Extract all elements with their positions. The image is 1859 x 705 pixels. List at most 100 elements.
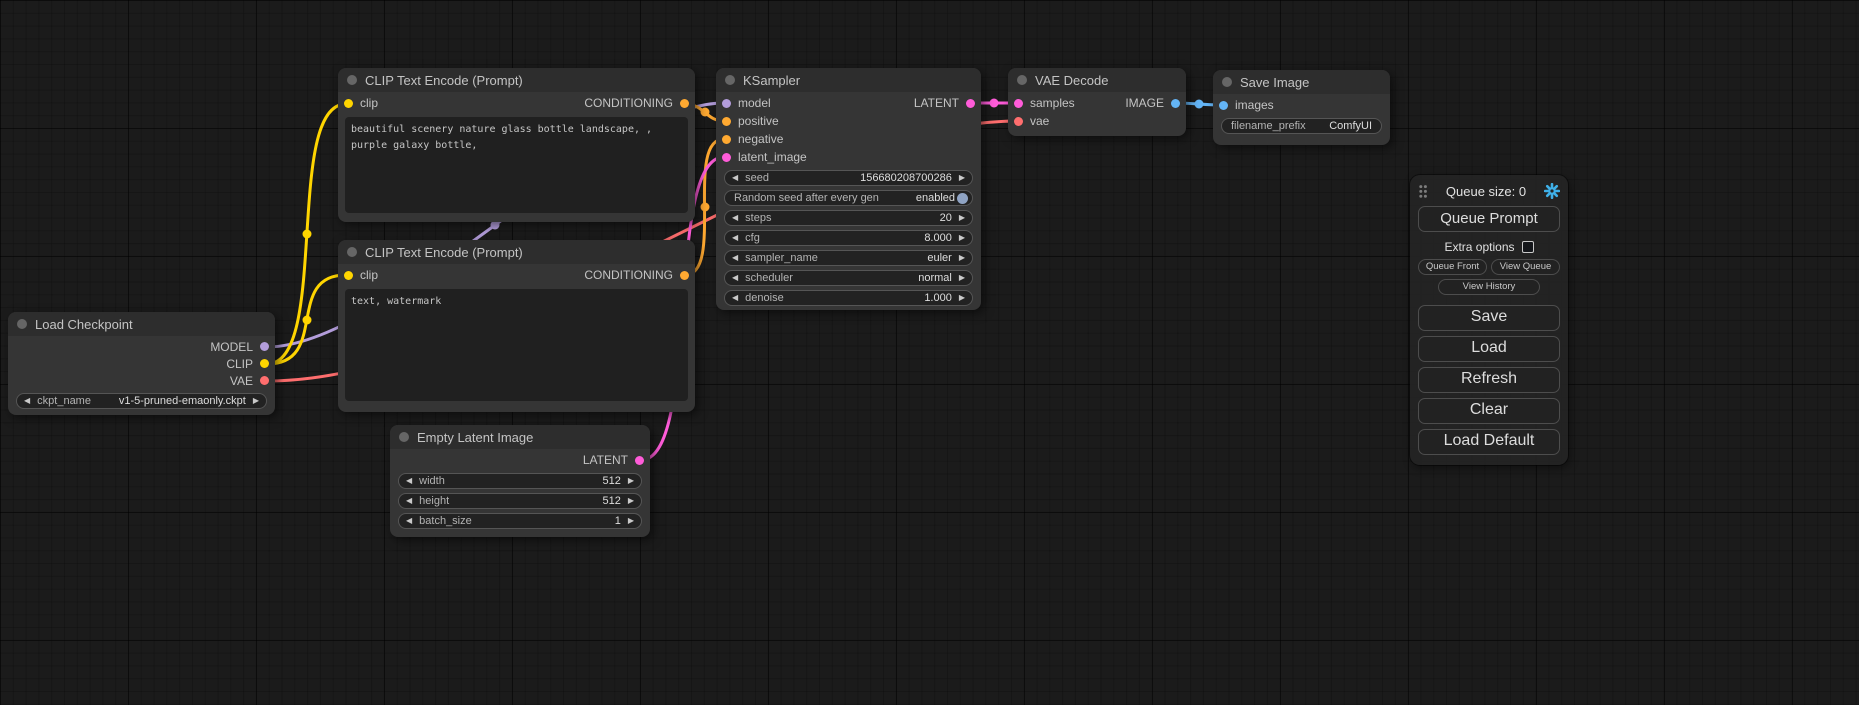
queue-front-button[interactable]: Queue Front [1418,259,1487,275]
decrement-arrow-icon[interactable]: ◀ [732,254,738,262]
decrement-arrow-icon[interactable]: ◀ [406,477,412,485]
widget-random-seed-toggle[interactable]: Random seed after every gen enabled [724,190,973,206]
input-slot-samples[interactable] [1014,99,1023,108]
widget-label: Random seed after every gen [734,192,879,204]
widget-value: normal [918,272,952,284]
output-label-latent: LATENT [583,453,628,467]
input-slot-clip[interactable] [344,99,353,108]
refresh-button[interactable]: Refresh [1418,367,1560,393]
node-title: CLIP Text Encode (Prompt) [365,73,523,88]
view-history-button[interactable]: View History [1438,279,1540,295]
output-label-conditioning: CONDITIONING [584,96,673,110]
node-titlebar[interactable]: Save Image [1213,70,1390,94]
widget-value: ComfyUI [1329,120,1372,132]
link-midpoint [701,108,710,117]
node-graph-canvas[interactable]: Load Checkpoint MODEL CLIP VAE ◀ ckpt_na… [0,0,1859,705]
node-titlebar[interactable]: Load Checkpoint [8,312,275,336]
extra-options-checkbox[interactable] [1522,241,1534,253]
increment-arrow-icon[interactable]: ▶ [959,294,965,302]
widget-ckpt-name[interactable]: ◀ ckpt_name v1-5-pruned-emaonly.ckpt ▶ [16,393,267,409]
increment-arrow-icon[interactable]: ▶ [628,517,634,525]
view-queue-button[interactable]: View Queue [1491,259,1560,275]
widget-label: seed [745,172,769,184]
load-default-button[interactable]: Load Default [1418,429,1560,455]
prompt-textarea[interactable]: text, watermark [345,289,688,401]
load-button[interactable]: Load [1418,336,1560,362]
input-slot-vae[interactable] [1014,117,1023,126]
increment-arrow-icon[interactable]: ▶ [628,477,634,485]
widget-batch-size[interactable]: ◀ batch_size 1 ▶ [398,513,642,529]
widget-denoise[interactable]: ◀ denoise 1.000 ▶ [724,290,973,306]
increment-arrow-icon[interactable]: ▶ [959,254,965,262]
collapse-dot[interactable] [725,75,735,85]
drag-handle-icon[interactable] [1418,184,1428,199]
increment-arrow-icon[interactable]: ▶ [959,214,965,222]
widget-steps[interactable]: ◀ steps 20 ▶ [724,210,973,226]
widget-filename-prefix[interactable]: filename_prefix ComfyUI [1221,118,1382,134]
node-clip-text-encode-negative[interactable]: CLIP Text Encode (Prompt) clip CONDITION… [338,240,695,412]
decrement-arrow-icon[interactable]: ◀ [406,517,412,525]
prompt-textarea[interactable]: beautiful scenery nature glass bottle la… [345,117,688,213]
queue-prompt-button[interactable]: Queue Prompt [1418,206,1560,232]
input-slot-positive[interactable] [722,117,731,126]
output-slot-conditioning[interactable] [680,99,689,108]
decrement-arrow-icon[interactable]: ◀ [732,174,738,182]
input-slot-images[interactable] [1219,101,1228,110]
increment-arrow-icon[interactable]: ▶ [253,397,259,405]
clear-button[interactable]: Clear [1418,398,1560,424]
widget-sampler-name[interactable]: ◀ sampler_name euler ▶ [724,250,973,266]
node-titlebar[interactable]: Empty Latent Image [390,425,650,449]
output-slot-clip[interactable] [260,359,269,368]
increment-arrow-icon[interactable]: ▶ [628,497,634,505]
node-vae-decode[interactable]: VAE Decode samples IMAGE vae [1008,68,1186,136]
settings-gear-icon[interactable] [1544,183,1560,199]
collapse-dot[interactable] [1222,77,1232,87]
output-slot-image[interactable] [1171,99,1180,108]
decrement-arrow-icon[interactable]: ◀ [732,294,738,302]
input-slot-clip[interactable] [344,271,353,280]
increment-arrow-icon[interactable]: ▶ [959,174,965,182]
decrement-arrow-icon[interactable]: ◀ [732,274,738,282]
output-slot-conditioning[interactable] [680,271,689,280]
output-slot-vae[interactable] [260,376,269,385]
decrement-arrow-icon[interactable]: ◀ [732,234,738,242]
node-titlebar[interactable]: CLIP Text Encode (Prompt) [338,68,695,92]
slot-row: vae [1008,112,1186,130]
output-slot-latent[interactable] [966,99,975,108]
collapse-dot[interactable] [17,319,27,329]
increment-arrow-icon[interactable]: ▶ [959,234,965,242]
widget-seed[interactable]: ◀ seed 156680208700286 ▶ [724,170,973,186]
decrement-arrow-icon[interactable]: ◀ [732,214,738,222]
increment-arrow-icon[interactable]: ▶ [959,274,965,282]
widget-height[interactable]: ◀ height 512 ▶ [398,493,642,509]
collapse-dot[interactable] [399,432,409,442]
output-slot-model[interactable] [260,342,269,351]
node-titlebar[interactable]: VAE Decode [1008,68,1186,92]
widget-label: sampler_name [745,252,818,264]
link-midpoint [303,316,312,325]
save-button[interactable]: Save [1418,305,1560,331]
node-titlebar[interactable]: KSampler [716,68,981,92]
widget-label: height [419,495,449,507]
collapse-dot[interactable] [347,247,357,257]
widget-cfg[interactable]: ◀ cfg 8.000 ▶ [724,230,973,246]
input-slot-negative[interactable] [722,135,731,144]
decrement-arrow-icon[interactable]: ◀ [24,397,30,405]
collapse-dot[interactable] [1017,75,1027,85]
node-save-image[interactable]: Save Image images filename_prefix ComfyU… [1213,70,1390,145]
widget-width[interactable]: ◀ width 512 ▶ [398,473,642,489]
node-titlebar[interactable]: CLIP Text Encode (Prompt) [338,240,695,264]
toggle-knob-icon[interactable] [957,193,968,204]
node-load-checkpoint[interactable]: Load Checkpoint MODEL CLIP VAE ◀ ckpt_na… [8,312,275,415]
decrement-arrow-icon[interactable]: ◀ [406,497,412,505]
output-slot-latent[interactable] [635,456,644,465]
node-ksampler[interactable]: KSampler model LATENT positive negative [716,68,981,310]
input-slot-model[interactable] [722,99,731,108]
extra-options-label: Extra options [1444,240,1514,254]
node-empty-latent-image[interactable]: Empty Latent Image LATENT ◀ width 512 ▶ … [390,425,650,537]
link-midpoint [303,230,312,239]
collapse-dot[interactable] [347,75,357,85]
node-clip-text-encode-positive[interactable]: CLIP Text Encode (Prompt) clip CONDITION… [338,68,695,222]
widget-scheduler[interactable]: ◀ scheduler normal ▶ [724,270,973,286]
input-slot-latent-image[interactable] [722,153,731,162]
